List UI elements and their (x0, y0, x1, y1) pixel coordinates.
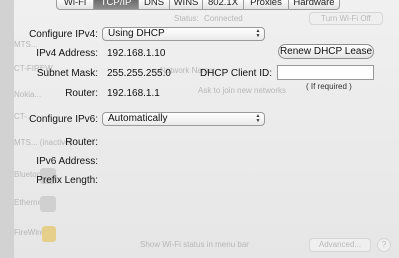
configure-ipv6-value: Automatically (108, 113, 168, 124)
prefix-length-label: Prefix Length: (36, 175, 98, 186)
background-side-item: Nokia... (14, 90, 42, 99)
tab-dns[interactable]: DNS (139, 0, 170, 9)
tab-hardware[interactable]: Hardware (289, 0, 339, 9)
router-label: Router: (65, 88, 98, 99)
dhcp-client-id-hint: ( If required ) (306, 82, 352, 91)
background-side-item: MTS... (14, 40, 38, 49)
background-status-value: Connected (204, 14, 243, 23)
dhcp-client-id-field[interactable] (277, 65, 374, 80)
subnet-mask-label: Subnet Mask: (36, 68, 98, 79)
subnet-mask-value: 255.255.255.0 (107, 68, 171, 79)
background-ask-join: Ask to join new networks (198, 86, 287, 95)
tab-wifi[interactable]: Wi-Fi (57, 0, 94, 9)
tab-tcpip[interactable]: TCP/IP (94, 0, 139, 9)
background-ethernet-icon (40, 196, 56, 212)
tab-8021x[interactable]: 802.1X (203, 0, 244, 9)
configure-ipv4-popup[interactable]: Using DHCP ▲ ▼ (102, 27, 265, 41)
background-side-item: MTS... (inactive) (14, 138, 73, 147)
configure-ipv4-value: Using DHCP (108, 28, 165, 39)
background-side-item: FireWire (14, 228, 45, 237)
renew-dhcp-lease-button[interactable]: Renew DHCP Lease (278, 44, 374, 59)
popup-arrows-icon: ▲ ▼ (255, 28, 261, 39)
background-help-button: ? (377, 238, 391, 252)
tab-bar: Wi-Fi TCP/IP DNS WINS 802.1X Proxies Har… (56, 0, 340, 10)
ipv4-address-label: IPv4 Address: (36, 48, 98, 59)
ipv6-router-label: Router: (65, 137, 98, 148)
background-firewire-icon (42, 226, 56, 242)
background-advanced-button: Advanced... (309, 238, 371, 252)
tab-wins[interactable]: WINS (170, 0, 203, 9)
ipv4-address-value: 192.168.1.10 (107, 48, 166, 59)
router-value: 192.168.1.1 (107, 88, 160, 99)
ipv6-address-label: IPv6 Address: (36, 156, 98, 167)
tab-proxies[interactable]: Proxies (244, 0, 289, 9)
configure-ipv6-popup[interactable]: Automatically ▲ ▼ (102, 112, 265, 126)
background-status-label: Status: (174, 14, 199, 23)
dhcp-client-id-label: DHCP Client ID: (199, 68, 272, 79)
background-show-wifi-status: Show Wi-Fi status in menu bar (140, 240, 249, 249)
configure-ipv6-label: Configure IPv6: (29, 114, 98, 125)
configure-ipv4-label: Configure IPv4: (29, 29, 98, 40)
popup-arrows-icon: ▲ ▼ (255, 113, 261, 124)
background-turn-off-button: Turn Wi-Fi Off (309, 12, 383, 25)
network-sidebar-edge (0, 0, 14, 258)
